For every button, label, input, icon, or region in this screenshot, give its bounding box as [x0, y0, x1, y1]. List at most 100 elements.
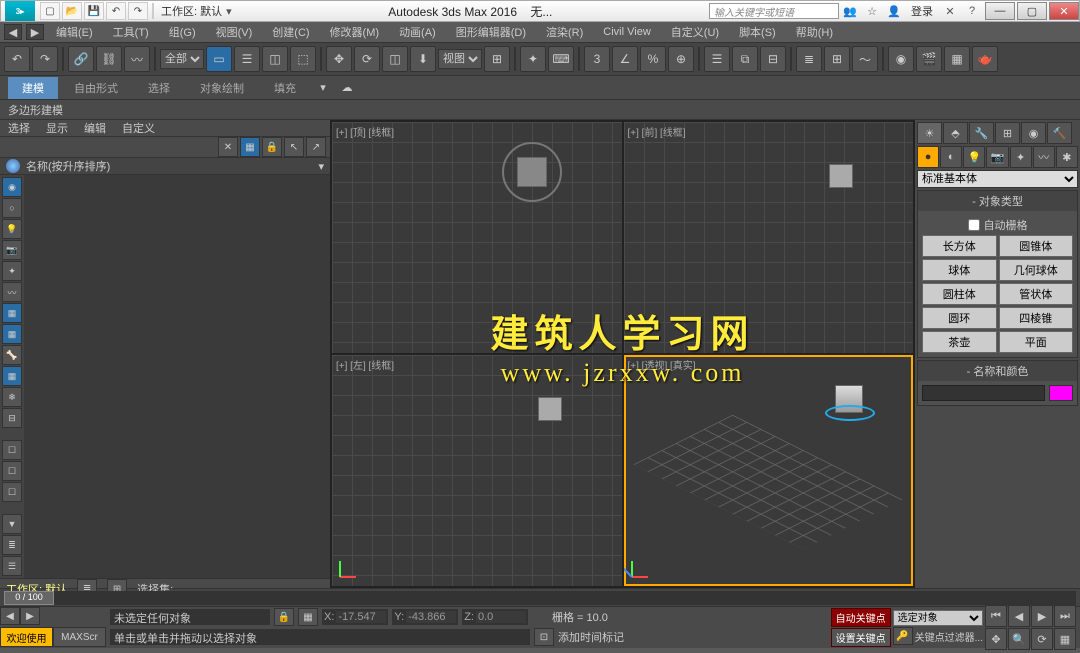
menu-script[interactable]: 脚本(S)	[731, 22, 784, 42]
helpers-icon[interactable]: ✦	[1010, 146, 1032, 168]
welcome-tab[interactable]: 欢迎使用	[0, 627, 53, 647]
layer-tool[interactable]: ≣	[796, 46, 822, 72]
spacewarps-icon[interactable]: 〰	[1033, 146, 1055, 168]
menu-animation[interactable]: 动画(A)	[391, 22, 444, 42]
goto-start-icon[interactable]: ⏮	[985, 605, 1007, 627]
bind-tool[interactable]: 〰	[124, 46, 150, 72]
close-button[interactable]: ✕	[1049, 2, 1079, 20]
window-crossing-tool[interactable]: ⬚	[290, 46, 316, 72]
sun-icon[interactable]: ☀	[917, 122, 942, 144]
filter-helper-icon[interactable]: ✦	[2, 261, 22, 281]
spinner-snap-tool[interactable]: ⊕	[668, 46, 694, 72]
select-tool[interactable]: ▭	[206, 46, 232, 72]
redo-icon[interactable]: ↷	[128, 2, 148, 20]
name-color-header[interactable]: - 名称和颜色	[918, 361, 1077, 381]
display-none-icon[interactable]: ☐	[2, 461, 22, 481]
viewport-perspective[interactable]: [+] [透视] [真实]	[624, 355, 914, 586]
pyramid-button[interactable]: 四棱锥	[999, 307, 1074, 329]
rotate-tool[interactable]: ⟳	[354, 46, 380, 72]
save-icon[interactable]: 💾	[84, 2, 104, 20]
filter-group-icon[interactable]: ▦	[2, 303, 22, 323]
unlink-tool[interactable]: ⛓	[96, 46, 122, 72]
filter-light-icon[interactable]: 💡	[2, 219, 22, 239]
teapot-button[interactable]: 茶壶	[922, 331, 997, 353]
coord-x[interactable]: X:-17.547	[322, 609, 388, 625]
sphere-button[interactable]: 球体	[922, 259, 997, 281]
ribbon-tab-modeling[interactable]: 建模	[8, 77, 58, 99]
object-name-input[interactable]	[922, 385, 1045, 401]
render-frame-tool[interactable]: ▦	[944, 46, 970, 72]
funnel-icon[interactable]: ▼	[2, 514, 22, 534]
ribbon-tab-freeform[interactable]: 自由形式	[60, 77, 132, 99]
time-tag-label[interactable]: 添加时间标记	[558, 629, 624, 645]
user-icon[interactable]: 👤	[885, 3, 903, 19]
torus-button[interactable]: 圆环	[922, 307, 997, 329]
ribbon-tab-objectpaint[interactable]: 对象绘制	[186, 77, 258, 99]
menu-modifier[interactable]: 修改器(M)	[322, 22, 388, 42]
time-slider-thumb[interactable]: 0 / 100	[4, 591, 54, 605]
snap-tool[interactable]: 3	[584, 46, 610, 72]
account-icon[interactable]: 👥	[841, 3, 859, 19]
display-all-icon[interactable]: ☐	[2, 440, 22, 460]
favorite-icon[interactable]: ☆	[863, 3, 881, 19]
filter-bone-icon[interactable]: 🦴	[2, 345, 22, 365]
time-tag-icon[interactable]: ⊡	[534, 628, 554, 646]
named-selection-tool[interactable]: ☰	[704, 46, 730, 72]
scale-tool[interactable]: ◫	[382, 46, 408, 72]
pivot-tool[interactable]: ⊞	[484, 46, 510, 72]
pin-explorer-icon[interactable]: ▦	[240, 137, 260, 157]
workspace-label[interactable]: 工作区: 默认	[161, 3, 222, 19]
create-tab-icon[interactable]: ⬘	[943, 122, 968, 144]
render-setup-tool[interactable]: 🎬	[916, 46, 942, 72]
coord-y[interactable]: Y:-43.866	[392, 609, 458, 625]
menu-render[interactable]: 渲染(R)	[538, 22, 591, 42]
filter-spacewarp-icon[interactable]: 〰	[2, 282, 22, 302]
open-icon[interactable]: 📂	[62, 2, 82, 20]
viewport-left-label[interactable]: [+] [左] [线框]	[336, 357, 394, 372]
ribbon-expand-icon[interactable]: ▾	[312, 79, 334, 97]
app-logo[interactable]: 3▸	[5, 1, 35, 21]
display-tab-icon[interactable]: 🔨	[1047, 122, 1072, 144]
undo-icon[interactable]: ↶	[106, 2, 126, 20]
lights-icon[interactable]: 💡	[963, 146, 985, 168]
move-tool[interactable]: ✥	[326, 46, 352, 72]
plane-button[interactable]: 平面	[999, 331, 1074, 353]
geometry-icon[interactable]: ●	[917, 146, 939, 168]
login-link[interactable]: 登录	[911, 3, 933, 19]
filter-shape-icon[interactable]: ○	[2, 198, 22, 218]
select-region-tool[interactable]: ◫	[262, 46, 288, 72]
viewport-left[interactable]: [+] [左] [线框]	[332, 355, 622, 586]
coord-z[interactable]: Z:0.0	[462, 609, 528, 625]
menu-edit[interactable]: 编辑(E)	[48, 22, 101, 42]
menu-customize[interactable]: 自定义(U)	[663, 22, 727, 42]
angle-snap-tool[interactable]: ∠	[612, 46, 638, 72]
place-tool[interactable]: ⬇	[410, 46, 436, 72]
list-icon[interactable]: ☰	[2, 556, 22, 576]
menu-nav-right-icon[interactable]: ▶	[26, 24, 44, 40]
redo-tool[interactable]: ↷	[32, 46, 58, 72]
keyboard-shortcut-tool[interactable]: ⌨	[548, 46, 574, 72]
scene-list[interactable]	[24, 175, 330, 578]
align-tool[interactable]: ⊟	[760, 46, 786, 72]
maxscript-tab[interactable]: MAXScr	[53, 627, 106, 647]
key-icon[interactable]: 🔑	[893, 627, 913, 645]
percent-snap-tool[interactable]: %	[640, 46, 666, 72]
box-button[interactable]: 长方体	[922, 235, 997, 257]
search-input[interactable]: 输入关键字或短语	[709, 3, 839, 19]
menu-view[interactable]: 视图(V)	[208, 22, 261, 42]
viewport-front-label[interactable]: [+] [前] [线框]	[628, 124, 686, 139]
nav-orbit-icon[interactable]: ⟳	[1031, 628, 1053, 650]
ribbon-tab-populate[interactable]: 填充	[260, 77, 310, 99]
play-icon[interactable]: ▶	[1031, 605, 1053, 627]
menu-group[interactable]: 组(G)	[161, 22, 204, 42]
geosphere-button[interactable]: 几何球体	[999, 259, 1074, 281]
lock-icon[interactable]: 🔒	[262, 137, 282, 157]
undo-tool[interactable]: ↶	[4, 46, 30, 72]
nav-pan-icon[interactable]: ✥	[985, 628, 1007, 650]
menu-create[interactable]: 创建(C)	[264, 22, 317, 42]
autogrid-checkbox[interactable]	[968, 219, 980, 231]
filter-container-icon[interactable]: ▦	[2, 366, 22, 386]
viewport-top-label[interactable]: [+] [顶] [线框]	[336, 124, 394, 139]
help-icon[interactable]: ?	[963, 3, 981, 19]
left-tab-customize[interactable]: 自定义	[122, 120, 155, 136]
